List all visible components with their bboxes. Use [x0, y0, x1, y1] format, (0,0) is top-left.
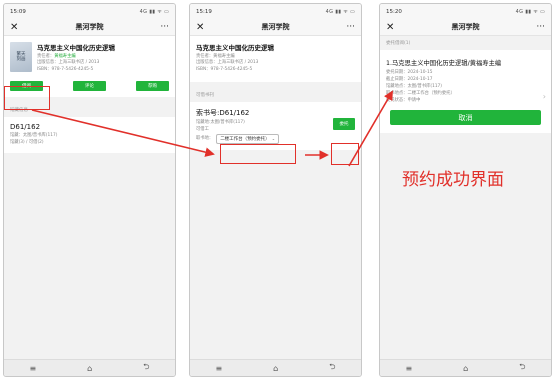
arrow-button-to-success — [348, 90, 393, 167]
arrow-borrow-to-form — [31, 109, 215, 157]
annotation-arrows — [31, 90, 393, 167]
success-annotation: 预约成功界面 — [402, 170, 504, 190]
screenshot-stage: 15:09 4G ▮▮ ᯤ ▭ ✕ 黑河学院 ··· 繁天 刻画 马克思主义中国… — [0, 0, 554, 381]
